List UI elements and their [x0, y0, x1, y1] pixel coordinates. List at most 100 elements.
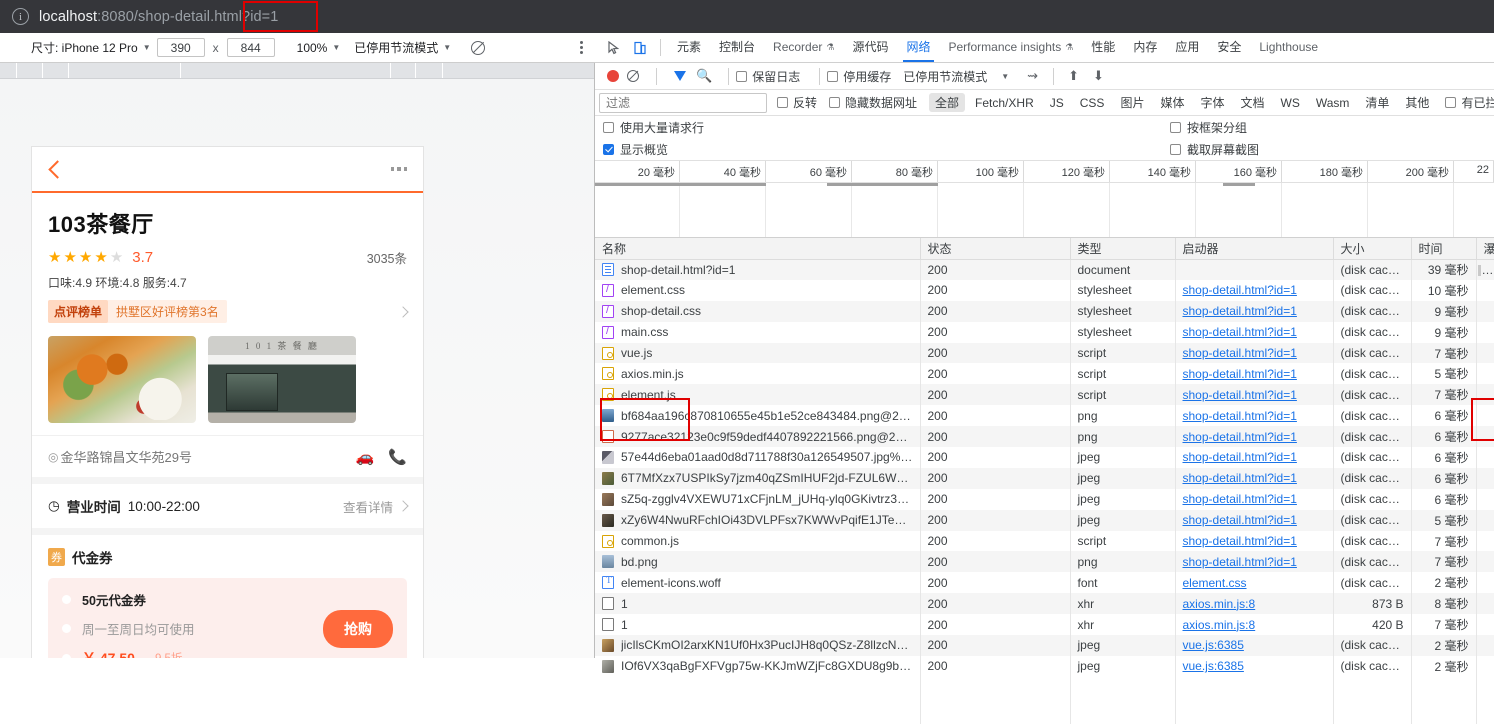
table-row[interactable]: bd.png 200 png shop-detail.html?id=1 (disk c…: [595, 551, 1494, 573]
device-zoom-selector[interactable]: 100% ▼: [297, 41, 341, 55]
table-row[interactable]: 1 200 xhr axios.min.js:8 420 B7 毫秒: [595, 614, 1494, 636]
big-request-rows-option[interactable]: 使用大量请求行: [595, 119, 1170, 136]
filter-type-font[interactable]: 字体: [1194, 93, 1230, 112]
tab-memory[interactable]: 内存: [1124, 33, 1166, 62]
cell-initiator[interactable]: shop-detail.html?id=1: [1175, 342, 1334, 364]
business-hours-row[interactable]: ◷ 营业时间 10:00-22:00 查看详情: [32, 484, 423, 528]
table-row[interactable]: shop-detail.html?id=1 200 document (disk ca…: [595, 259, 1494, 280]
filter-type-doc[interactable]: 文档: [1234, 93, 1270, 112]
table-row[interactable]: bf684aa196c870810655e45b1e52ce843484.png…: [595, 405, 1494, 427]
initiator-link[interactable]: shop-detail.html?id=1: [1183, 325, 1297, 339]
cell-initiator[interactable]: shop-detail.html?id=1: [1175, 509, 1334, 531]
voucher-card[interactable]: 50元代金券 周一至周日均可使用 ￥ 47.50 9.5折: [48, 578, 407, 658]
rank-banner[interactable]: 点评榜单 拱墅区好评榜第3名: [48, 300, 227, 323]
initiator-link[interactable]: shop-detail.html?id=1: [1183, 492, 1297, 506]
tab-network[interactable]: 网络: [897, 33, 939, 62]
column-header-waterfall[interactable]: 瀑布: [1476, 238, 1494, 260]
filter-input[interactable]: [599, 92, 767, 113]
initiator-link[interactable]: vue.js:6385: [1183, 638, 1244, 652]
cell-initiator[interactable]: shop-detail.html?id=1: [1175, 405, 1334, 427]
record-button-icon[interactable]: [607, 70, 619, 82]
tab-sources[interactable]: 源代码: [843, 33, 897, 62]
cell-initiator[interactable]: shop-detail.html?id=1: [1175, 447, 1334, 468]
browser-url-bar[interactable]: i localhost:8080/shop-detail.html?id=1: [0, 0, 1494, 33]
cell-initiator[interactable]: shop-detail.html?id=1: [1175, 321, 1334, 343]
cell-initiator[interactable]: vue.js:6385: [1175, 635, 1334, 656]
cell-initiator[interactable]: axios.min.js:8: [1175, 593, 1334, 615]
tab-lighthouse[interactable]: Lighthouse: [1250, 33, 1327, 62]
table-row[interactable]: shop-detail.css 200stylesheet shop-detail.…: [595, 300, 1494, 322]
column-header-name[interactable]: 名称: [595, 238, 921, 260]
tab-performance[interactable]: 性能: [1082, 33, 1124, 62]
table-row[interactable]: axios.min.js 200 script shop-detail.html?id…: [595, 363, 1494, 385]
device-size-selector[interactable]: 尺寸: iPhone 12 Pro ▼: [31, 39, 151, 56]
table-row[interactable]: sZ5q-zgglv4VXEWU71xCFjnLM_jUHq-ylq0GKivt…: [595, 488, 1494, 510]
blocked-cookies-checkbox[interactable]: 有已拦截的 Cookie: [1445, 94, 1494, 111]
filter-type-other[interactable]: 其他: [1399, 93, 1435, 112]
no-throttle-icon[interactable]: [471, 40, 486, 55]
filter-type-manifest[interactable]: 清单: [1359, 93, 1395, 112]
cell-initiator[interactable]: shop-detail.html?id=1: [1175, 426, 1334, 448]
column-header-time[interactable]: 时间: [1411, 238, 1477, 260]
table-row[interactable]: vue.js 200 script shop-detail.html?id=1 (dis…: [595, 342, 1494, 364]
table-row[interactable]: 57e44d6eba01aad0d8d711788f30a126549507.j…: [595, 447, 1494, 468]
cell-initiator[interactable]: shop-detail.html?id=1: [1175, 279, 1334, 301]
table-row[interactable]: element.js 200 script shop-detail.html?id=1…: [595, 384, 1494, 406]
address-row[interactable]: ◎ 金华路锦昌文华苑29号 🚗 📞: [32, 435, 423, 477]
disable-cache-checkbox[interactable]: 停用缓存: [827, 68, 891, 85]
initiator-link[interactable]: shop-detail.html?id=1: [1183, 388, 1297, 402]
initiator-link[interactable]: shop-detail.html?id=1: [1183, 430, 1297, 444]
table-row[interactable]: element.css 200stylesheet shop-detail.html…: [595, 279, 1494, 301]
site-info-icon[interactable]: i: [12, 8, 29, 25]
chevron-down-icon[interactable]: ▼: [1001, 72, 1009, 81]
throttling-selector[interactable]: 已停用节流模式: [903, 68, 987, 85]
column-header-status[interactable]: 状态: [920, 238, 1071, 260]
tab-recorder[interactable]: Recorder ⚗: [764, 33, 843, 62]
cell-initiator[interactable]: element.css: [1175, 572, 1334, 594]
initiator-link[interactable]: shop-detail.html?id=1: [1183, 471, 1297, 485]
tab-performance-insights[interactable]: Performance insights ⚗: [940, 33, 1083, 62]
cell-initiator[interactable]: axios.min.js:8: [1175, 614, 1334, 636]
device-width-input[interactable]: [156, 38, 205, 57]
group-by-frame-option[interactable]: 按框架分组: [1170, 119, 1247, 136]
filter-funnel-icon[interactable]: [674, 71, 686, 81]
initiator-link[interactable]: shop-detail.html?id=1: [1183, 409, 1297, 423]
tab-elements[interactable]: 元素: [668, 33, 710, 62]
invert-filter-checkbox[interactable]: 反转: [777, 94, 817, 111]
hours-detail-link[interactable]: 查看详情: [343, 497, 409, 516]
table-row[interactable]: 1 200 xhr axios.min.js:8 873 B8 毫秒: [595, 593, 1494, 615]
initiator-link[interactable]: shop-detail.html?id=1: [1183, 346, 1297, 360]
back-chevron-icon[interactable]: [48, 159, 67, 179]
initiator-link[interactable]: shop-detail.html?id=1: [1183, 450, 1297, 464]
clear-network-log-icon[interactable]: [627, 70, 639, 82]
capture-screenshots-option[interactable]: 截取屏幕截图: [1170, 141, 1259, 158]
cell-initiator[interactable]: shop-detail.html?id=1: [1175, 530, 1334, 552]
column-header-type[interactable]: 类型: [1070, 238, 1176, 260]
tab-security[interactable]: 安全: [1208, 33, 1250, 62]
table-row[interactable]: 6T7MfXzx7USPIkSy7jzm40qZSmIHUF2jd-FZUL6W…: [595, 467, 1494, 489]
search-icon[interactable]: 🔍: [696, 68, 712, 84]
initiator-link[interactable]: shop-detail.html?id=1: [1183, 513, 1297, 527]
cell-initiator[interactable]: shop-detail.html?id=1: [1175, 467, 1334, 489]
cell-initiator[interactable]: shop-detail.html?id=1: [1175, 363, 1334, 385]
initiator-link[interactable]: shop-detail.html?id=1: [1183, 304, 1297, 318]
car-icon[interactable]: 🚗: [356, 448, 375, 466]
kebab-menu-icon[interactable]: [580, 41, 583, 54]
network-overview-timeline[interactable]: 20 毫秒 40 毫秒 60 毫秒 80 毫秒 100 毫秒 120 毫秒 14…: [595, 161, 1494, 238]
more-dots-icon[interactable]: [390, 167, 407, 171]
buy-voucher-button[interactable]: 抢购: [323, 610, 393, 648]
column-header-size[interactable]: 大小: [1333, 238, 1412, 260]
initiator-link[interactable]: axios.min.js:8: [1183, 597, 1256, 611]
restaurant-dish-photo[interactable]: [48, 336, 196, 423]
initiator-link[interactable]: element.css: [1183, 576, 1247, 590]
cell-initiator[interactable]: shop-detail.html?id=1: [1175, 551, 1334, 573]
initiator-link[interactable]: shop-detail.html?id=1: [1183, 283, 1297, 297]
cell-initiator[interactable]: shop-detail.html?id=1: [1175, 488, 1334, 510]
tab-application[interactable]: 应用: [1166, 33, 1208, 62]
rank-row[interactable]: 点评榜单 拱墅区好评榜第3名: [48, 300, 409, 323]
device-height-input[interactable]: [226, 38, 275, 57]
chevron-right-icon[interactable]: [397, 305, 409, 318]
cell-initiator[interactable]: shop-detail.html?id=1: [1175, 300, 1334, 322]
filter-type-all[interactable]: 全部: [929, 93, 966, 112]
filter-type-wasm[interactable]: Wasm: [1310, 95, 1356, 111]
